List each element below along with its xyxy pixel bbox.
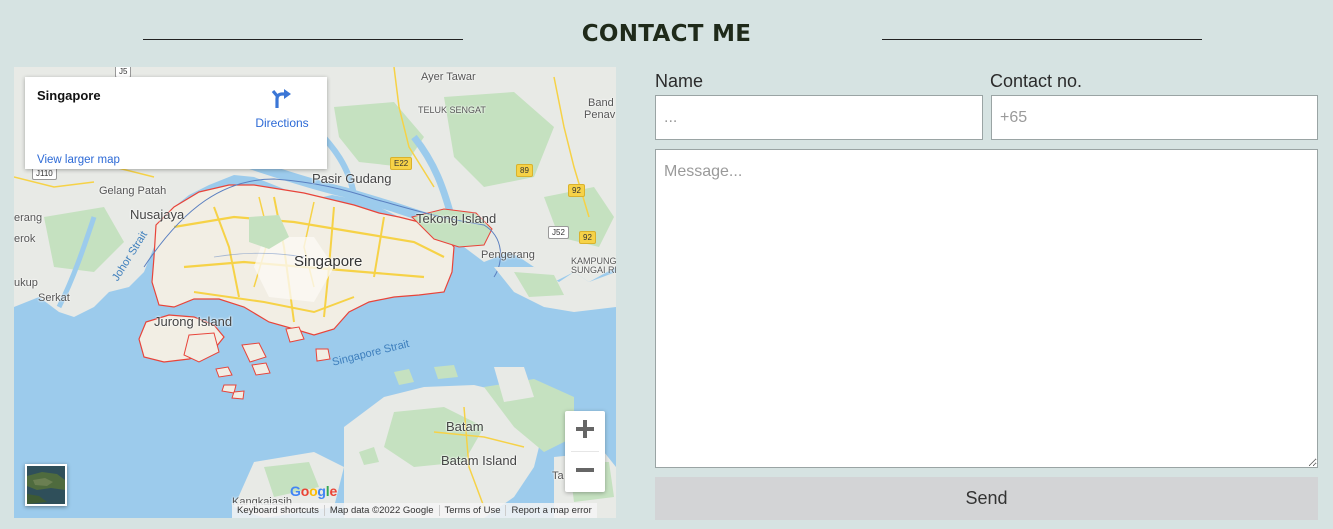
directions-label: Directions — [255, 116, 309, 130]
zoom-out-button[interactable] — [565, 452, 605, 492]
map-data-text: Map data ©2022 Google — [325, 505, 440, 516]
report-map-error-link[interactable]: Report a map error — [506, 505, 596, 516]
page-title: CONTACT ME — [581, 21, 752, 47]
zoom-in-button[interactable] — [565, 411, 605, 451]
map-label-sungai-rengit: SUNGAI RENG — [571, 265, 616, 275]
route-shield-e22: E22 — [390, 157, 413, 170]
map-label-batam: Batam — [446, 419, 484, 434]
map-label-bandar: Band — [588, 97, 614, 109]
map-label-batam-island: Batam Island — [441, 453, 517, 468]
map-label-pasir-gudang: Pasir Gudang — [312, 171, 392, 186]
map-label-ta: Ta — [552, 470, 564, 482]
contact-number-input[interactable] — [991, 95, 1318, 140]
contact-page: CONTACT ME Ayer Tawar TELUK SENGAT Band … — [0, 0, 1333, 529]
contact-number-label: Contact no. — [990, 71, 1083, 91]
zoom-controls — [565, 411, 605, 492]
map-label-erang: erang — [14, 212, 43, 224]
header-rule-right — [882, 39, 1202, 40]
map-info-card: Singapore Directions View larger map — [25, 77, 327, 169]
directions-turn-icon — [251, 87, 313, 114]
place-name: Singapore — [37, 88, 101, 103]
google-logo: Google — [290, 483, 338, 499]
map-label-teluk-sengat: TELUK SENGAT — [418, 105, 486, 115]
name-label: Name — [655, 71, 704, 91]
map-label-erok: erok — [14, 233, 36, 245]
satellite-toggle-button[interactable] — [25, 464, 67, 506]
view-larger-map-link[interactable]: View larger map — [37, 154, 120, 166]
map-label-singapore: Singapore — [294, 253, 363, 270]
satellite-thumbnail-icon — [27, 466, 65, 504]
section-header: CONTACT ME — [0, 19, 1333, 55]
map-label-ayer-tawar: Ayer Tawar — [421, 71, 476, 83]
map-label-tekong-island: Tekong Island — [416, 211, 497, 226]
map-label-kukup: ukup — [14, 277, 38, 289]
map-label-pengerang: Pengerang — [481, 249, 535, 261]
map-label-gelang-patah: Gelang Patah — [99, 185, 167, 197]
map-label-serkat: Serkat — [38, 292, 70, 304]
map-attribution-bar: Keyboard shortcuts Map data ©2022 Google… — [232, 503, 597, 518]
route-shield-89: 89 — [516, 164, 533, 177]
terms-of-use-link[interactable]: Terms of Use — [440, 505, 507, 516]
name-input[interactable] — [655, 95, 983, 140]
map-label-nusajaya: Nusajaya — [130, 207, 185, 222]
minus-icon — [576, 461, 594, 483]
message-textarea[interactable] — [655, 149, 1318, 468]
route-shield-92a: 92 — [568, 184, 585, 197]
plus-icon — [576, 420, 594, 442]
directions-button[interactable]: Directions — [251, 87, 313, 130]
map-label-penawar: Penav — [584, 109, 616, 121]
route-shield-j52: J52 — [548, 226, 569, 239]
map-label-jurong-island: Jurong Island — [154, 314, 233, 329]
embedded-map[interactable]: Ayer Tawar TELUK SENGAT Band Penav Pasir… — [14, 67, 616, 518]
keyboard-shortcuts-link[interactable]: Keyboard shortcuts — [232, 505, 325, 516]
route-shield-92b: 92 — [579, 231, 596, 244]
send-button[interactable]: Send — [655, 477, 1318, 520]
